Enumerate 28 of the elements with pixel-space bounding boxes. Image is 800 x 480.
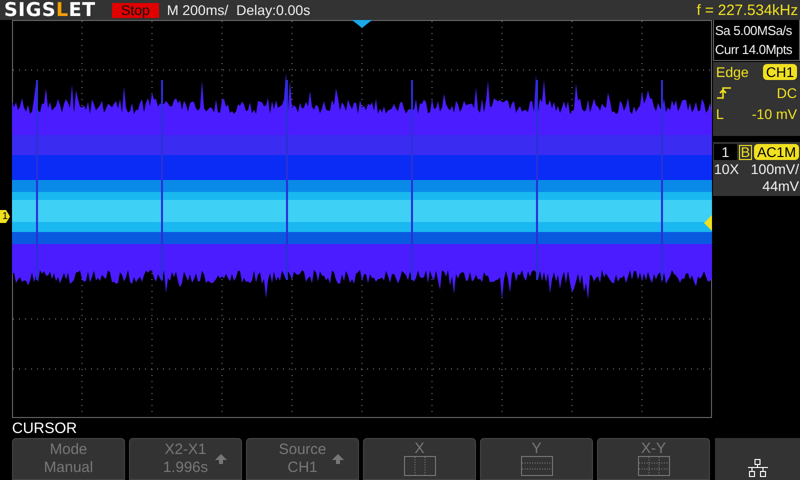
- channel-number: 1: [714, 144, 737, 160]
- trigger-level-label: L: [716, 106, 724, 122]
- timebase-label: M 200ms/: [166, 2, 228, 18]
- menu-title: CURSOR: [11, 419, 78, 438]
- softkey-button[interactable]: X2-X1 1.996s: [129, 438, 242, 480]
- trigger-type: Edge: [716, 64, 749, 80]
- memory-depth-readout: Curr 14.0Mpts: [715, 41, 794, 59]
- vertical-scale: 100mV/: [750, 161, 799, 177]
- sample-rate-readout: Sa 5.00MSa/s: [715, 22, 793, 40]
- brand-logo: SIGSLET: [4, 0, 97, 21]
- trigger-source: CH1: [762, 64, 797, 80]
- trigger-level-value: -10 mV: [752, 106, 797, 122]
- vertical-offset: 44mV: [762, 178, 799, 194]
- softkey-button[interactable]: X: [363, 438, 476, 480]
- channel-coupling: AC1M: [754, 144, 799, 160]
- trigger-coupling: DC: [776, 85, 797, 101]
- delay-label: Delay:0.00s: [236, 2, 310, 18]
- bandwidth-limit-badge: B: [738, 144, 752, 160]
- softkey-button[interactable]: X-Y: [597, 438, 710, 480]
- channel-marker: 1: [0, 210, 10, 223]
- softkey-button[interactable]: Source CH1: [246, 438, 359, 480]
- frequency-readout: f = 227.534kHz: [696, 2, 799, 18]
- trigger-level-marker: [704, 215, 712, 231]
- run-state-indicator: Stop: [112, 2, 159, 18]
- network-icon: [746, 459, 768, 477]
- softkey-button[interactable]: Y: [480, 438, 593, 480]
- probe-ratio: 10X: [714, 161, 739, 177]
- softkey-button[interactable]: Mode Manual: [12, 438, 125, 480]
